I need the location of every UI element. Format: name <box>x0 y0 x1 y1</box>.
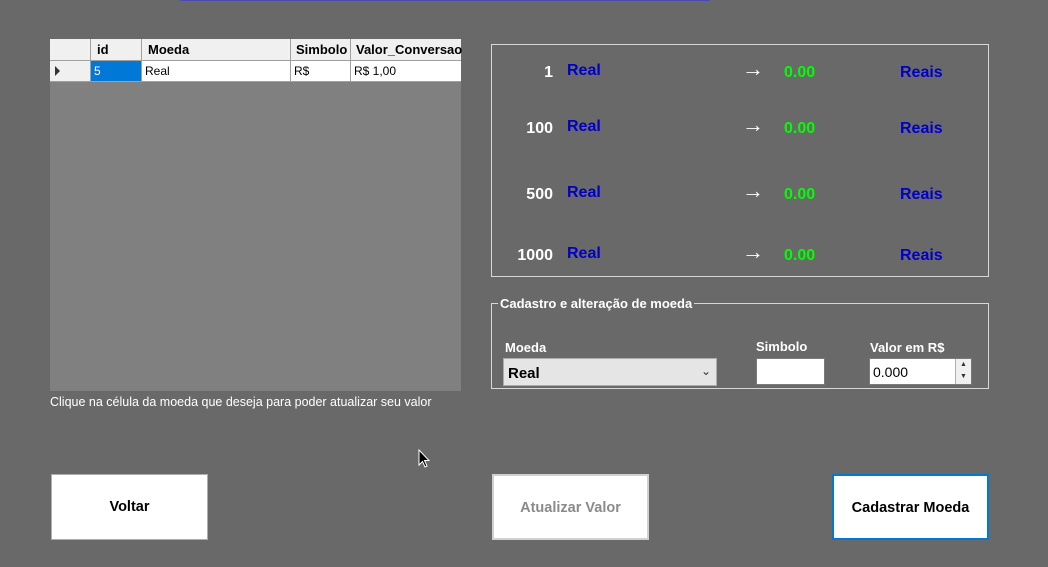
conversion-amount: 1 <box>544 64 553 81</box>
arrow-right-icon: → <box>742 56 764 81</box>
conversion-row: 100 Real → 0.00 Reais <box>492 112 990 144</box>
column-header-simbolo[interactable]: Simbolo <box>291 39 351 60</box>
conversion-source-currency: Real <box>567 118 601 135</box>
cadastrar-moeda-button[interactable]: Cadastrar Moeda <box>832 474 989 540</box>
table-row[interactable]: 5 Real R$ R$ 1,00 <box>50 61 461 82</box>
valor-numeric-input[interactable]: 0.000 ▲ ▼ <box>869 358 972 385</box>
valor-spinner: ▲ ▼ <box>955 359 971 384</box>
conversion-amount: 100 <box>526 120 553 137</box>
atualizar-valor-button[interactable]: Atualizar Valor <box>492 474 649 540</box>
arrow-right-icon: → <box>742 239 764 264</box>
window-top-border <box>180 0 710 1</box>
row-header[interactable] <box>50 61 91 81</box>
conversion-result: 0.00 <box>784 186 816 203</box>
conversion-row: 1000 Real → 0.00 Reais <box>492 239 990 271</box>
mouse-cursor-icon <box>418 449 430 468</box>
spin-down-icon[interactable]: ▼ <box>956 371 971 383</box>
column-header-id[interactable]: id <box>91 39 142 60</box>
conversion-row: 1 Real → 0.00 Reais <box>492 56 990 88</box>
conversion-result: 0.00 <box>784 64 816 81</box>
valor-input-value: 0.000 <box>873 364 909 380</box>
moeda-select[interactable]: Real ⌄ <box>503 358 717 386</box>
conversion-target-currency: Reais <box>900 186 943 203</box>
conversion-amount: 1000 <box>517 247 553 264</box>
conversion-source-currency: Real <box>567 62 601 79</box>
simbolo-label: Simbolo <box>756 339 808 354</box>
arrow-right-icon: → <box>742 112 764 137</box>
spin-up-icon[interactable]: ▲ <box>956 359 971 371</box>
conversion-row: 500 Real → 0.00 Reais <box>492 178 990 210</box>
cell-id[interactable]: 5 <box>91 61 142 81</box>
conversion-target-currency: Reais <box>900 120 943 137</box>
currency-grid[interactable]: id Moeda Simbolo Valor_Conversao 5 Real … <box>50 39 462 391</box>
conversion-target-currency: Reais <box>900 64 943 81</box>
conversion-target-currency: Reais <box>900 247 943 264</box>
grid-hint-text: Clique na célula da moeda que deseja par… <box>50 395 432 409</box>
voltar-button[interactable]: Voltar <box>51 474 208 540</box>
column-header-valor-conversao[interactable]: Valor_Conversao <box>351 39 462 60</box>
row-header-corner <box>50 39 91 60</box>
currency-form-title: Cadastro e alteração de moeda <box>498 296 695 311</box>
moeda-label: Moeda <box>505 340 547 355</box>
simbolo-input[interactable] <box>756 358 825 385</box>
chevron-down-icon[interactable]: ⌄ <box>701 364 711 378</box>
conversion-result: 0.00 <box>784 120 816 137</box>
arrow-right-icon: → <box>742 178 764 203</box>
conversion-source-currency: Real <box>567 184 601 201</box>
conversion-panel: 1 Real → 0.00 Reais 100 Real → 0.00 Reai… <box>491 44 989 277</box>
conversion-amount: 500 <box>526 186 553 203</box>
column-header-moeda[interactable]: Moeda <box>142 39 291 60</box>
moeda-select-value: Real <box>508 365 540 382</box>
grid-header: id Moeda Simbolo Valor_Conversao <box>50 39 462 61</box>
valor-label: Valor em R$ <box>870 340 945 355</box>
current-row-arrow-icon <box>55 66 60 76</box>
cell-valor-conversao[interactable]: R$ 1,00 <box>351 61 461 81</box>
conversion-result: 0.00 <box>784 247 816 264</box>
conversion-source-currency: Real <box>567 245 601 262</box>
cell-moeda[interactable]: Real <box>142 61 291 81</box>
cell-simbolo[interactable]: R$ <box>291 61 351 81</box>
